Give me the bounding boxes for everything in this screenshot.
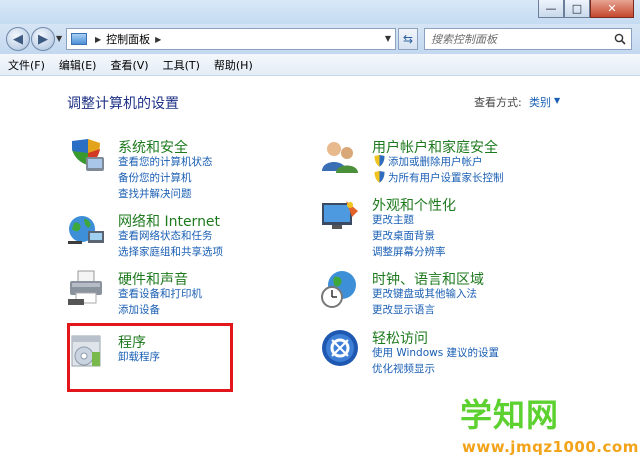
minimize-button[interactable]: — bbox=[538, 0, 564, 18]
network-globe-icon[interactable] bbox=[66, 211, 106, 251]
category-link[interactable]: 查看设备和打印机 bbox=[118, 286, 202, 301]
control-panel-icon bbox=[71, 33, 87, 45]
watermark-logo: 学知网 bbox=[460, 396, 560, 434]
view-by-label: 查看方式: bbox=[474, 96, 522, 109]
menu-help[interactable]: 帮助(H) bbox=[214, 57, 253, 73]
search-input[interactable]: 搜索控制面板 bbox=[424, 28, 632, 50]
page-title: 调整计算机的设置 bbox=[67, 96, 179, 112]
watermark-url: www.jmqz1000.com bbox=[462, 438, 639, 456]
printer-icon[interactable] bbox=[66, 269, 106, 309]
address-dropdown-icon[interactable]: ▼ bbox=[385, 34, 391, 43]
view-by-dropdown-icon[interactable]: ▼ bbox=[554, 96, 560, 105]
uac-shield-icon bbox=[374, 171, 385, 183]
breadcrumb-arrow-icon[interactable]: ▶ bbox=[95, 35, 101, 44]
category-link-text: 为所有用户设置家长控制 bbox=[388, 172, 504, 184]
back-button[interactable]: ◀ bbox=[6, 27, 30, 51]
users-icon[interactable] bbox=[320, 137, 360, 177]
menu-file[interactable]: 文件(F) bbox=[8, 57, 45, 73]
menu-view[interactable]: 查看(V) bbox=[110, 57, 148, 73]
address-row: ◀ ▶ ▼ ▶ 控制面板 ▶ ▼ ⇆ 搜索控制面板 bbox=[0, 24, 640, 54]
category-link[interactable]: 添加设备 bbox=[118, 302, 160, 317]
back-arrow-icon: ◀ bbox=[13, 31, 23, 47]
title-bar: — □ ✕ bbox=[0, 0, 640, 24]
menu-bar: 文件(F) 编辑(E) 查看(V) 工具(T) 帮助(H) bbox=[0, 54, 640, 76]
category-link[interactable]: 使用 Windows 建议的设置 bbox=[372, 345, 499, 360]
clock-globe-icon[interactable] bbox=[320, 269, 360, 309]
forward-arrow-icon: ▶ bbox=[38, 31, 48, 47]
maximize-button[interactable]: □ bbox=[564, 0, 590, 18]
close-button[interactable]: ✕ bbox=[590, 0, 634, 18]
view-by-dropdown[interactable]: 类别 bbox=[529, 94, 551, 110]
category-link[interactable]: 优化视频显示 bbox=[372, 361, 435, 376]
address-bar[interactable]: ▶ 控制面板 ▶ ▼ bbox=[66, 28, 396, 50]
category-link[interactable]: 为所有用户设置家长控制 bbox=[374, 170, 504, 185]
history-dropdown-icon[interactable]: ▼ bbox=[56, 34, 62, 43]
category-link[interactable]: 更改桌面背景 bbox=[372, 228, 435, 243]
category-link-text: 添加或删除用户帐户 bbox=[388, 156, 483, 168]
personalization-icon[interactable] bbox=[320, 195, 360, 235]
ease-of-access-icon[interactable] bbox=[320, 328, 360, 368]
watermark: 学知网 www.jmqz1000.com bbox=[436, 388, 639, 468]
forward-button[interactable]: ▶ bbox=[31, 27, 55, 51]
category-link[interactable]: 备份您的计算机 bbox=[118, 170, 192, 185]
category-link[interactable]: 调整屏幕分辨率 bbox=[372, 244, 446, 259]
breadcrumb-control-panel[interactable]: 控制面板 bbox=[106, 31, 150, 47]
category-link[interactable]: 更改主题 bbox=[372, 212, 414, 227]
refresh-icon: ⇆ bbox=[402, 32, 414, 46]
refresh-button[interactable]: ⇆ bbox=[398, 28, 418, 50]
programs-highlight-box bbox=[67, 323, 233, 392]
category-link[interactable]: 选择家庭组和共享选项 bbox=[118, 244, 223, 259]
category-link[interactable]: 添加或删除用户帐户 bbox=[374, 154, 483, 169]
uac-shield-icon bbox=[374, 155, 385, 167]
menu-edit[interactable]: 编辑(E) bbox=[59, 57, 97, 73]
breadcrumb-arrow-icon[interactable]: ▶ bbox=[155, 35, 161, 44]
category-link[interactable]: 更改键盘或其他输入法 bbox=[372, 286, 477, 301]
search-placeholder: 搜索控制面板 bbox=[431, 33, 497, 46]
search-icon[interactable] bbox=[614, 33, 626, 45]
security-shield-icon[interactable] bbox=[66, 137, 106, 177]
category-link[interactable]: 查找并解决问题 bbox=[118, 186, 192, 201]
category-link[interactable]: 更改显示语言 bbox=[372, 302, 435, 317]
window-controls: — □ ✕ bbox=[538, 0, 634, 18]
category-link[interactable]: 查看网络状态和任务 bbox=[118, 228, 213, 243]
menu-tools[interactable]: 工具(T) bbox=[163, 57, 200, 73]
category-link[interactable]: 查看您的计算机状态 bbox=[118, 154, 213, 169]
